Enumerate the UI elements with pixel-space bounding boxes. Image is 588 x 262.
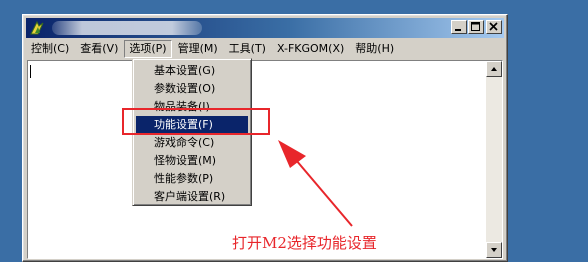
red-arrow-icon [278, 140, 353, 227]
annotation-caption: 打开M2选择功能设置 [232, 234, 377, 252]
